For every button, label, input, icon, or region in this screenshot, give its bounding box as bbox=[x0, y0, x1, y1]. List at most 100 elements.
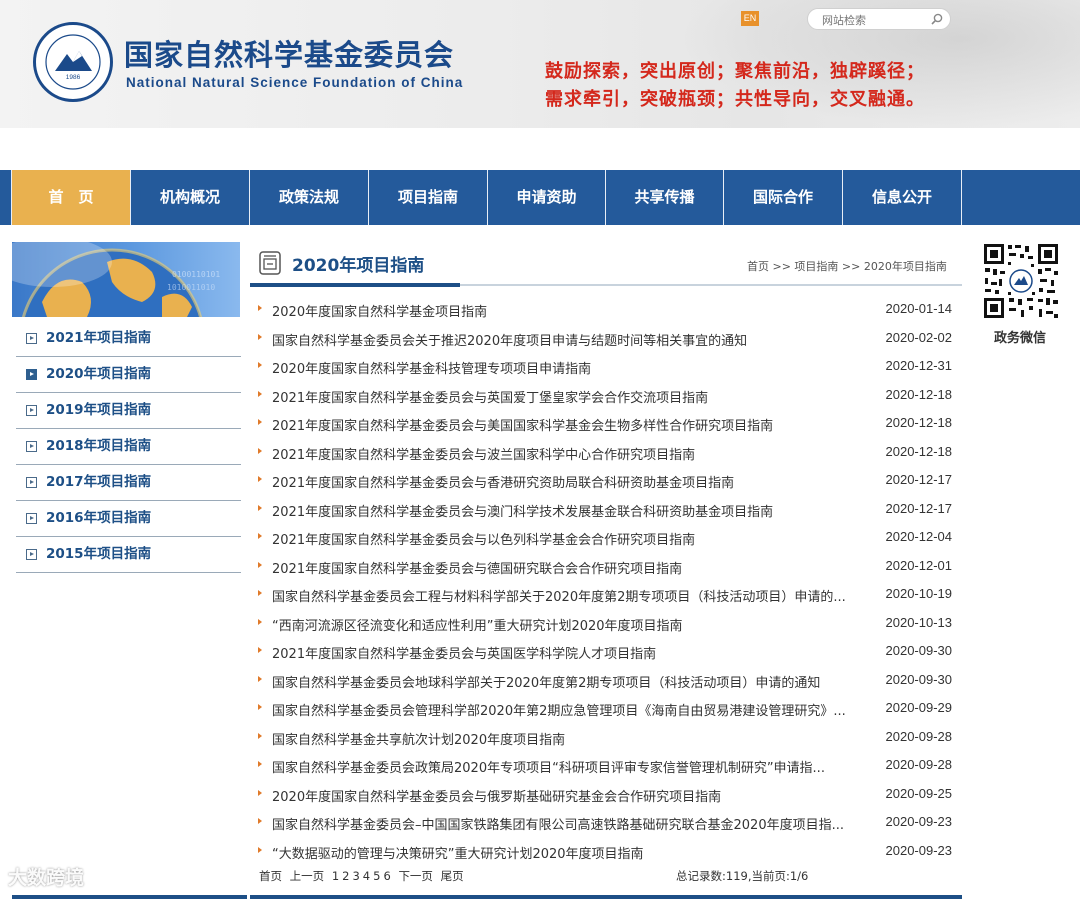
search-icon[interactable] bbox=[930, 12, 944, 26]
list-item[interactable]: 2021年度国家自然科学基金委员会与美国国家科学基金会生物多样性合作研究项目指南… bbox=[258, 410, 958, 438]
list-item-date: 2020-09-29 bbox=[885, 700, 953, 715]
nav-item-sharing[interactable]: 共享传播 bbox=[606, 170, 724, 225]
search-input[interactable] bbox=[820, 12, 924, 28]
nav-item-guides[interactable]: 项目指南 bbox=[369, 170, 488, 225]
record-count: 总记录数:119,当前页:1/6 bbox=[676, 869, 809, 883]
sidebar-item-label: 2019年项目指南 bbox=[46, 402, 152, 418]
bullet-arrow-icon bbox=[258, 818, 262, 824]
arrow-box-icon bbox=[26, 369, 37, 380]
bullet-arrow-icon bbox=[258, 675, 262, 682]
list-item-title[interactable]: 2021年度国家自然科学基金委员会与澳门科学技术发展基金联合科研资助基金项目指南 bbox=[272, 501, 860, 520]
nav-item-disclosure[interactable]: 信息公开 bbox=[843, 170, 962, 225]
pager-page[interactable]: 4 bbox=[363, 869, 370, 883]
list-item-date: 2020-12-31 bbox=[885, 358, 953, 373]
nav-edge bbox=[0, 170, 12, 225]
nav-item-international[interactable]: 国际合作 bbox=[724, 170, 843, 225]
list-item-title[interactable]: 国家自然科学基金委员会地球科学部关于2020年度第2期专项项目（科技活动项目）申… bbox=[272, 672, 860, 691]
list-item-title[interactable]: 2021年度国家自然科学基金委员会与香港研究资助局联合科研资助基金项目指南 bbox=[272, 472, 860, 491]
list-item[interactable]: 国家自然科学基金委员会工程与材料科学部关于2020年度第2期专项项目（科技活动项… bbox=[258, 581, 958, 609]
bullet-arrow-icon bbox=[258, 561, 262, 568]
pager-page[interactable]: 1 bbox=[332, 869, 339, 883]
arrow-box-icon bbox=[26, 333, 37, 344]
list-item-title[interactable]: “大数据驱动的管理与决策研究”重大研究计划2020年度项目指南 bbox=[272, 843, 860, 862]
list-item[interactable]: “大数据驱动的管理与决策研究”重大研究计划2020年度项目指南 2020-09-2… bbox=[258, 838, 958, 866]
list-item-date: 2020-09-30 bbox=[885, 671, 953, 687]
list-item-date: 2020-01-14 bbox=[885, 301, 953, 316]
list-item-date: 2020-09-30 bbox=[885, 643, 953, 658]
list-item[interactable]: 国家自然科学基金委员会–中国国家铁路集团有限公司高速铁路基础研究联合基金2020… bbox=[258, 809, 958, 837]
sidebar-item-label: 2017年项目指南 bbox=[46, 474, 152, 490]
main-nav: 首 页 机构概况 政策法规 项目指南 申请资助 共享传播 国际合作 信息公开 bbox=[0, 170, 1080, 225]
list-item-title[interactable]: 国家自然科学基金委员会关于推迟2020年度项目申请与结题时间等相关事宜的通知 bbox=[272, 330, 860, 349]
pager-last[interactable]: 尾页 bbox=[441, 869, 464, 883]
slogan-line-1: 鼓励探索，突出原创；聚焦前沿，独辟蹊径； bbox=[545, 61, 925, 82]
list-item-title[interactable]: 国家自然科学基金委员会管理科学部2020年第2期应急管理项目《海南自由贸易港建设… bbox=[272, 700, 860, 719]
sidebar-item-2018[interactable]: 2018年项目指南 bbox=[16, 429, 241, 465]
list-item[interactable]: 国家自然科学基金委员会政策局2020年专项项目“科研项目评审专家信誉管理机制研究… bbox=[258, 752, 958, 780]
bullet-arrow-icon bbox=[258, 590, 262, 596]
sidebar-item-2021[interactable]: 2021年项目指南 bbox=[16, 321, 241, 357]
bullet-arrow-icon bbox=[258, 447, 262, 454]
logo-year: 1986 bbox=[66, 74, 81, 81]
svg-text:1010011010: 1010011010 bbox=[167, 283, 215, 292]
sidebar-item-2016[interactable]: 2016年项目指南 bbox=[16, 501, 241, 537]
list-item-title[interactable]: 2021年度国家自然科学基金委员会与英国医学科学院人才项目指南 bbox=[272, 643, 860, 662]
list-item[interactable]: 国家自然科学基金委员会地球科学部关于2020年度第2期专项项目（科技活动项目）申… bbox=[258, 667, 958, 695]
arrow-box-icon bbox=[26, 549, 37, 560]
list-item[interactable]: 2021年度国家自然科学基金委员会与德国研究联合会合作研究项目指南 2020-12… bbox=[258, 553, 958, 581]
sidebar-item-2015[interactable]: 2015年项目指南 bbox=[16, 537, 241, 573]
nsfc-logo[interactable]: 1986 bbox=[33, 22, 113, 102]
sidebar-item-label: 2020年项目指南 bbox=[46, 366, 152, 382]
site-title-cn[interactable]: 国家自然科学基金委员会 bbox=[124, 32, 454, 74]
language-en-button[interactable]: EN bbox=[741, 11, 759, 26]
sidebar-item-2019[interactable]: 2019年项目指南 bbox=[16, 393, 241, 429]
list-item[interactable]: 国家自然科学基金共享航次计划2020年度项目指南 2020-09-28 bbox=[258, 724, 958, 752]
list-item-date: 2020-10-19 bbox=[885, 586, 953, 601]
list-item-title[interactable]: “西南河流源区径流变化和适应性利用”重大研究计划2020年度项目指南 bbox=[272, 615, 860, 634]
nav-item-about[interactable]: 机构概况 bbox=[131, 170, 250, 225]
list-item-title[interactable]: 2021年度国家自然科学基金委员会与德国研究联合会合作研究项目指南 bbox=[272, 558, 860, 577]
breadcrumb[interactable]: 首页 >> 项目指南 >> 2020年项目指南 bbox=[747, 258, 947, 274]
list-item[interactable]: 2020年度国家自然科学基金科技管理专项项目申请指南 2020-12-31 bbox=[258, 353, 958, 381]
list-item[interactable]: 国家自然科学基金委员会管理科学部2020年第2期应急管理项目《海南自由贸易港建设… bbox=[258, 695, 958, 723]
qr-code-icon[interactable] bbox=[982, 242, 1060, 320]
list-item-title[interactable]: 国家自然科学基金委员会政策局2020年专项项目“科研项目评审专家信誉管理机制研究… bbox=[272, 757, 860, 776]
list-item-title[interactable]: 2020年度国家自然科学基金科技管理专项项目申请指南 bbox=[272, 358, 860, 377]
pager-next[interactable]: 下一页 bbox=[398, 869, 433, 883]
list-item[interactable]: 2021年度国家自然科学基金委员会与澳门科学技术发展基金联合科研资助基金项目指南… bbox=[258, 496, 958, 524]
slogan-line-2: 需求牵引，突破瓶颈；共性导向，交叉融通。 bbox=[545, 89, 925, 110]
list-item-title[interactable]: 2021年度国家自然科学基金委员会与英国爱丁堡皇家学会合作交流项目指南 bbox=[272, 387, 860, 406]
list-item-title[interactable]: 2021年度国家自然科学基金委员会与以色列科学基金会合作研究项目指南 bbox=[272, 529, 860, 548]
list-item-title[interactable]: 国家自然科学基金委员会工程与材料科学部关于2020年度第2期专项项目（科技活动项… bbox=[272, 586, 860, 605]
list-item-title[interactable]: 国家自然科学基金委员会–中国国家铁路集团有限公司高速铁路基础研究联合基金2020… bbox=[272, 814, 860, 833]
pager-page[interactable]: 2 bbox=[342, 869, 349, 883]
list-item[interactable]: 国家自然科学基金委员会关于推迟2020年度项目申请与结题时间等相关事宜的通知 20… bbox=[258, 325, 958, 353]
nav-item-funding[interactable]: 申请资助 bbox=[488, 170, 606, 225]
list-item[interactable]: 2021年度国家自然科学基金委员会与以色列科学基金会合作研究项目指南 2020-1… bbox=[258, 524, 958, 552]
list-item-title[interactable]: 2021年度国家自然科学基金委员会与波兰国家科学中心合作研究项目指南 bbox=[272, 444, 860, 463]
list-item-title[interactable]: 2020年度国家自然科学基金项目指南 bbox=[272, 301, 860, 320]
nav-item-home[interactable]: 首 页 bbox=[12, 170, 131, 225]
list-item[interactable]: 2020年度国家自然科学基金项目指南 2020-01-14 bbox=[258, 296, 958, 324]
list-item-title[interactable]: 2021年度国家自然科学基金委员会与美国国家科学基金会生物多样性合作研究项目指南 bbox=[272, 415, 860, 434]
pager-prev[interactable]: 上一页 bbox=[290, 869, 325, 883]
list-item[interactable]: 2021年度国家自然科学基金委员会与波兰国家科学中心合作研究项目指南 2020-1… bbox=[258, 439, 958, 467]
sidebar-item-2017[interactable]: 2017年项目指南 bbox=[16, 465, 241, 501]
list-item[interactable]: 2021年度国家自然科学基金委员会与英国爱丁堡皇家学会合作交流项目指南 2020-… bbox=[258, 382, 958, 410]
list-item-date: 2020-12-01 bbox=[885, 557, 953, 573]
nav-item-policies[interactable]: 政策法规 bbox=[250, 170, 369, 225]
bullet-arrow-icon bbox=[258, 846, 262, 853]
list-item[interactable]: 2020年度国家自然科学基金委员会与俄罗斯基础研究基金会合作研究项目指南 2020… bbox=[258, 781, 958, 809]
list-item[interactable]: “西南河流源区径流变化和适应性利用”重大研究计划2020年度项目指南 2020-1… bbox=[258, 610, 958, 638]
pager-first[interactable]: 首页 bbox=[259, 869, 282, 883]
pager-page[interactable]: 5 bbox=[373, 869, 380, 883]
pager-page[interactable]: 6 bbox=[383, 869, 390, 883]
list-item-title[interactable]: 2020年度国家自然科学基金委员会与俄罗斯基础研究基金会合作研究项目指南 bbox=[272, 786, 860, 805]
list-item[interactable]: 2021年度国家自然科学基金委员会与香港研究资助局联合科研资助基金项目指南 202… bbox=[258, 467, 958, 495]
sidebar-item-2020[interactable]: 2020年项目指南 bbox=[16, 357, 241, 393]
sidebar-item-label: 2018年项目指南 bbox=[46, 438, 152, 454]
arrow-box-icon bbox=[26, 513, 37, 524]
list-item[interactable]: 2021年度国家自然科学基金委员会与英国医学科学院人才项目指南 2020-09-3… bbox=[258, 638, 958, 666]
list-item-title[interactable]: 国家自然科学基金共享航次计划2020年度项目指南 bbox=[272, 729, 860, 748]
pager-page[interactable]: 3 bbox=[352, 869, 359, 883]
